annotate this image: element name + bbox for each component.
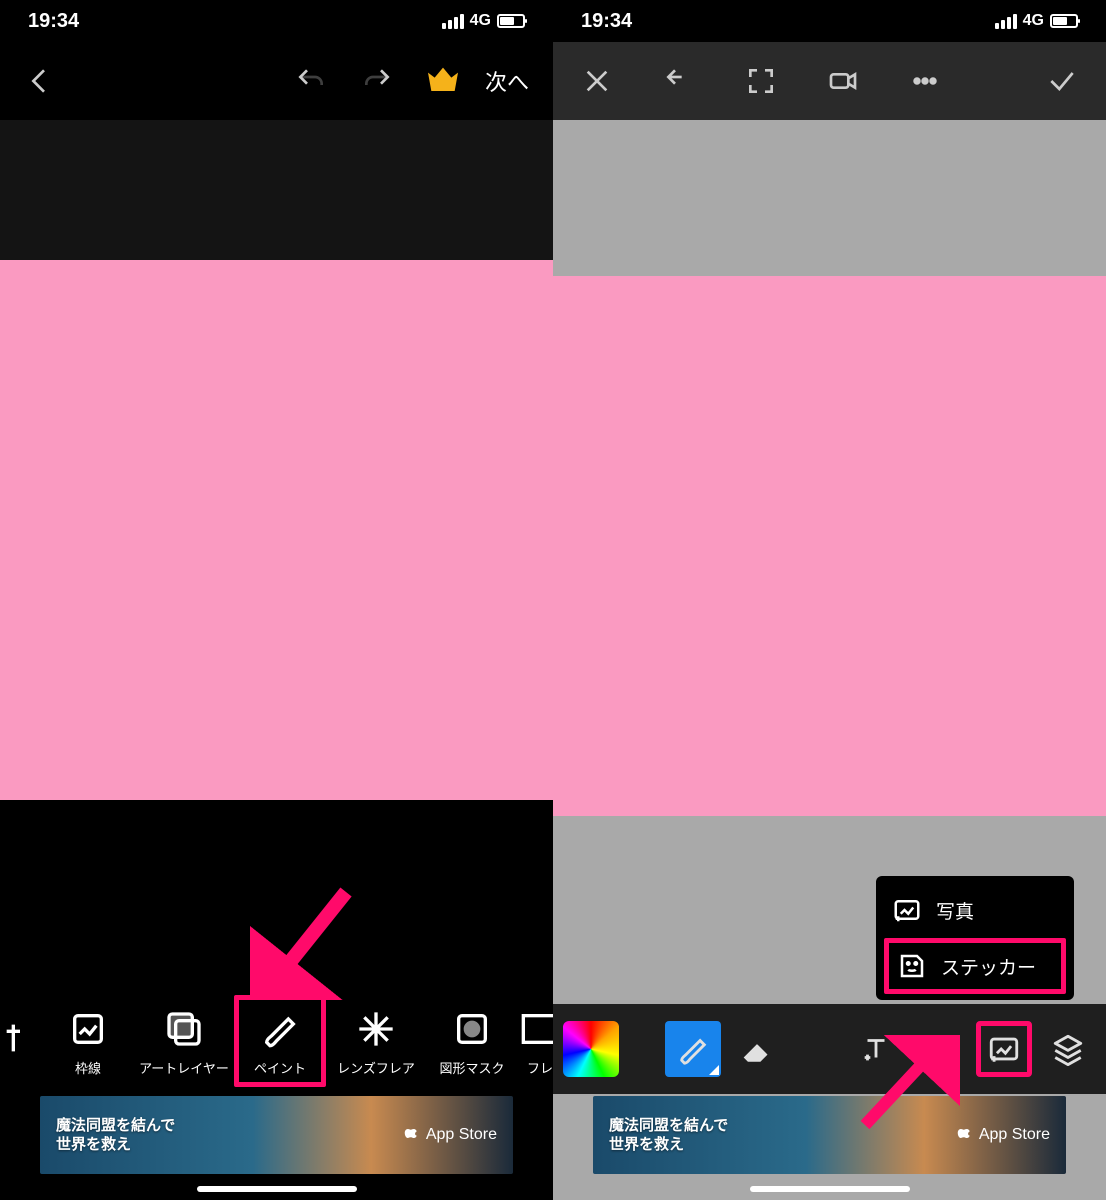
ad-line2: 世界を救え xyxy=(609,1135,728,1155)
popup-photo[interactable]: 写真 xyxy=(884,882,1066,938)
home-indicator xyxy=(197,1186,357,1192)
tool-lensflare[interactable]: レンズフレア xyxy=(328,993,424,1089)
tool-label: フレ xyxy=(527,1058,553,1077)
tool-frame[interactable]: 枠線 xyxy=(40,993,136,1089)
undo-button[interactable] xyxy=(287,57,335,105)
redo-button[interactable] xyxy=(353,57,401,105)
status-right: 4G xyxy=(995,12,1078,30)
ad-line1: 魔法同盟を結んで xyxy=(609,1116,728,1136)
color-picker[interactable] xyxy=(563,1021,619,1077)
tool-partial-left[interactable] xyxy=(0,993,40,1089)
canvas-pink[interactable] xyxy=(553,276,1106,816)
top-toolbar: 次へ xyxy=(0,42,553,120)
status-time: 19:34 xyxy=(28,10,79,33)
ad-line1: 魔法同盟を結んで xyxy=(56,1116,175,1136)
canvas-pink[interactable] xyxy=(0,260,553,800)
layers-button[interactable] xyxy=(1040,1021,1096,1077)
popup-label: ステッカー xyxy=(941,953,1036,980)
right-phone: 19:34 4G 写真 ステッカー xyxy=(553,0,1106,1200)
status-net: 4G xyxy=(1023,12,1044,30)
canvas-top-black xyxy=(0,120,553,260)
fullscreen-button[interactable] xyxy=(737,57,785,105)
ad-line2: 世界を救え xyxy=(56,1135,175,1155)
ad-banner[interactable]: 魔法同盟を結んで 世界を救え App Store xyxy=(40,1096,513,1174)
status-net: 4G xyxy=(470,12,491,30)
popup-label: 写真 xyxy=(936,897,974,924)
tool-label: レンズフレア xyxy=(337,1058,415,1077)
tool-partial-right[interactable]: フレ xyxy=(520,993,553,1089)
more-button[interactable] xyxy=(901,57,949,105)
eraser-button[interactable] xyxy=(729,1021,785,1077)
status-bar: 19:34 4G xyxy=(0,0,553,42)
tool-label: 図形マスク xyxy=(439,1058,504,1077)
bottom-tool-strip: 枠線 アートレイヤー ペイント レンズフレア 図形マスク フレ xyxy=(0,988,553,1094)
tool-shapemask[interactable]: 図形マスク xyxy=(424,993,520,1089)
ad-store: App Store xyxy=(957,1126,1050,1144)
add-popup: 写真 ステッカー xyxy=(876,876,1074,1000)
ad-text: 魔法同盟を結んで 世界を救え xyxy=(56,1116,175,1155)
image-button[interactable] xyxy=(976,1021,1032,1077)
text-button[interactable] xyxy=(848,1021,904,1077)
ad-store: App Store xyxy=(404,1126,497,1144)
signal-icon xyxy=(995,14,1017,29)
crown-icon[interactable] xyxy=(419,57,467,105)
video-button[interactable] xyxy=(819,57,867,105)
status-time: 19:34 xyxy=(581,10,632,33)
signal-icon xyxy=(442,14,464,29)
ad-banner[interactable]: 魔法同盟を結んで 世界を救え App Store xyxy=(593,1096,1066,1174)
brush-button[interactable] xyxy=(665,1021,721,1077)
tool-artlayer[interactable]: アートレイヤー xyxy=(136,993,232,1089)
status-right: 4G xyxy=(442,12,525,30)
left-phone: 19:34 4G 次へ 枠線 アートレイヤー ペイント xyxy=(0,0,553,1200)
confirm-button[interactable] xyxy=(1038,57,1086,105)
tool-label: アートレイヤー xyxy=(139,1058,229,1077)
battery-icon xyxy=(1050,14,1078,28)
top-toolbar xyxy=(553,42,1106,120)
battery-icon xyxy=(497,14,525,28)
ad-text: 魔法同盟を結んで 世界を救え xyxy=(609,1116,728,1155)
popup-sticker[interactable]: ステッカー xyxy=(884,938,1066,994)
home-indicator xyxy=(750,1186,910,1192)
canvas-top-gray xyxy=(553,120,1106,276)
shape-button[interactable] xyxy=(912,1021,968,1077)
close-button[interactable] xyxy=(573,57,621,105)
paint-toolbar xyxy=(553,1004,1106,1094)
tool-label: ペイント xyxy=(254,1058,306,1077)
undo-button[interactable] xyxy=(655,57,703,105)
tool-paint[interactable]: ペイント xyxy=(232,993,328,1089)
status-bar: 19:34 4G xyxy=(553,0,1106,42)
tool-label: 枠線 xyxy=(75,1058,101,1077)
back-button[interactable] xyxy=(16,57,64,105)
next-button[interactable]: 次へ xyxy=(485,65,537,97)
